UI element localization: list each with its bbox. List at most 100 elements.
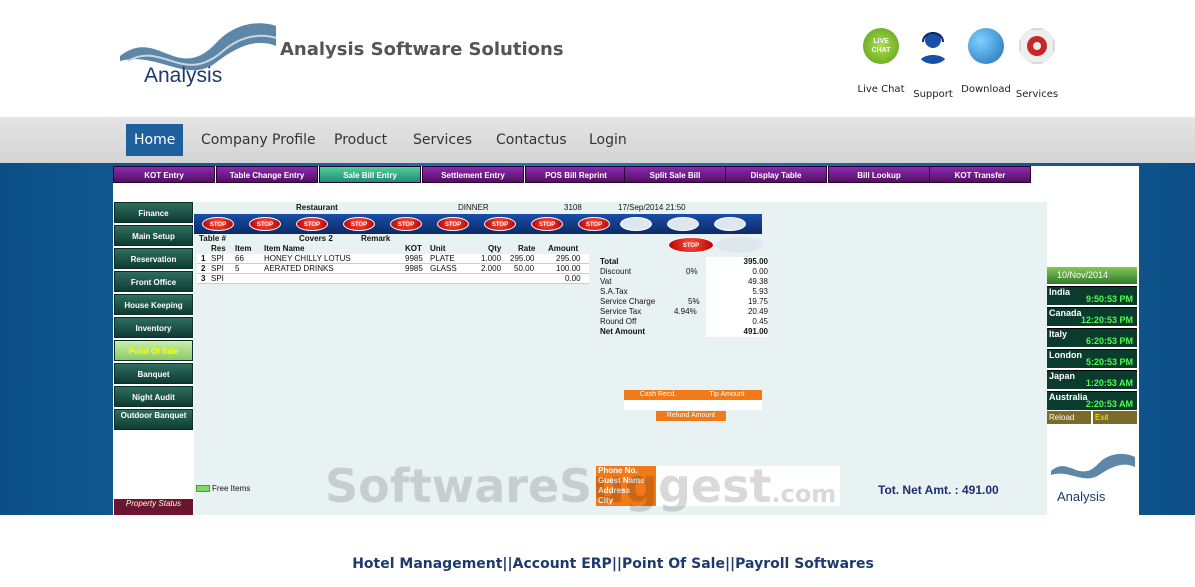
stop-button[interactable]: STOP <box>578 217 610 231</box>
action-icon-strip: STOP STOP STOP STOP STOP STOP STOP STOP … <box>194 214 762 234</box>
nav-company-profile[interactable]: Company Profile <box>201 124 316 156</box>
side-point-of-sale[interactable]: Point Of Sale <box>114 340 193 361</box>
remark-label: Remark <box>361 234 391 243</box>
cell-item: 66 <box>235 254 244 263</box>
side-banquet[interactable]: Banquet <box>114 363 193 384</box>
side-house-keeping[interactable]: House Keeping <box>114 294 193 315</box>
col-amount: Amount <box>548 244 579 253</box>
side-night-audit[interactable]: Night Audit <box>114 386 193 407</box>
side-outdoor-banquet[interactable]: Outdoor Banquet <box>114 409 193 430</box>
site-header: Analysis Analysis Software Solutions LIV… <box>0 0 1195 117</box>
stop-button[interactable]: STOP <box>343 217 375 231</box>
tab-pos-bill-reprint[interactable]: POS Bill Reprint <box>525 166 627 183</box>
service-charge-label: Service Charge <box>600 297 656 306</box>
nav-services[interactable]: Services <box>413 124 472 156</box>
tab-display-table[interactable]: Display Table <box>725 166 827 183</box>
cell-item-name: AERATED DRINKS <box>264 264 334 273</box>
side-main-setup[interactable]: Main Setup <box>114 225 193 246</box>
net-amount-value: 491.00 <box>706 327 768 337</box>
property-status-button[interactable]: Property Status <box>114 499 193 515</box>
stop-large-button[interactable]: STOP <box>668 237 714 253</box>
net-amount-label: Net Amount <box>600 327 646 336</box>
support-label: Support <box>913 89 953 100</box>
col-res: Res <box>211 244 226 253</box>
table-number-label: Table # <box>199 234 226 243</box>
side-front-office[interactable]: Front Office <box>114 271 193 292</box>
print-icon[interactable] <box>620 217 652 231</box>
services-link[interactable]: Services <box>1007 28 1067 100</box>
covers-label: Covers 2 <box>299 234 333 243</box>
service-tax-pct[interactable]: 4.94% <box>674 307 697 316</box>
footer-tagline: Hotel Management||Account ERP||Point Of … <box>352 556 874 572</box>
side-inventory[interactable]: Inventory <box>114 317 193 338</box>
clock-italy: Italy 6:20:53 PM <box>1047 328 1137 347</box>
cell-qty: 1.000 <box>481 254 502 263</box>
exit-button[interactable]: Exit <box>1093 411 1137 424</box>
analysis-logo[interactable]: Analysis <box>118 16 278 92</box>
discount-pct[interactable]: 0% <box>686 267 698 276</box>
col-rate: Rate <box>518 244 536 253</box>
bill-datetime: 17/Sep/2014 21:50 <box>618 203 686 212</box>
side-finance[interactable]: Finance <box>114 202 193 223</box>
free-items-label: Free Items <box>212 484 251 493</box>
meal-label: DINNER <box>458 203 489 212</box>
round-off-row: Round Off 0.45 <box>600 317 768 327</box>
stop-button[interactable]: STOP <box>249 217 281 231</box>
tab-kot-transfer[interactable]: KOT Transfer <box>929 166 1031 183</box>
tab-sale-bill-entry[interactable]: Sale Bill Entry <box>319 166 421 183</box>
cell-rate: 295.00 <box>510 254 535 263</box>
nav-home[interactable]: Home <box>126 124 184 156</box>
row-number: 1 <box>201 254 206 263</box>
nav-contactus[interactable]: Contactus <box>496 124 567 156</box>
satax-row: S.A.Tax 5.93 <box>600 287 768 297</box>
service-charge-row: Service Charge 5% 19.75 <box>600 297 768 307</box>
save-icon[interactable] <box>714 217 746 231</box>
stop-button[interactable]: STOP <box>484 217 516 231</box>
round-off-label: Round Off <box>600 317 637 326</box>
clock-australia: Australia 2:20:53 AM <box>1047 391 1137 410</box>
cell-unit: GLASS <box>430 264 457 273</box>
cash-recd-label: Cash Recd. <box>624 390 692 400</box>
col-item-name: Item Name <box>264 244 305 253</box>
tab-kot-entry[interactable]: KOT Entry <box>113 166 215 183</box>
col-unit: Unit <box>430 244 446 253</box>
col-kot: KOT <box>405 244 422 253</box>
small-logo-text: Analysis <box>1057 489 1106 504</box>
nav-login[interactable]: Login <box>589 124 627 156</box>
tab-table-change-entry[interactable]: Table Change Entry <box>216 166 318 183</box>
lock-icon[interactable] <box>667 217 699 231</box>
cell-amount: 295.00 <box>556 254 581 263</box>
row-number: 2 <box>201 264 206 273</box>
side-reservation[interactable]: Reservation <box>114 248 193 269</box>
tab-split-sale-bill[interactable]: Split Sale Bill <box>624 166 726 183</box>
stop-button[interactable]: STOP <box>437 217 469 231</box>
nav-product[interactable]: Product <box>334 124 387 156</box>
discount-value: 0.00 <box>706 267 768 277</box>
live-chat-link[interactable]: LIVE CHAT Live Chat <box>851 28 911 95</box>
col-item: Item <box>235 244 252 253</box>
stop-button[interactable]: STOP <box>531 217 563 231</box>
stop-button[interactable]: STOP <box>390 217 422 231</box>
net-amount-row: Net Amount 491.00 <box>600 327 768 337</box>
tab-settlement-entry[interactable]: Settlement Entry <box>422 166 524 183</box>
cash-tip-input[interactable] <box>624 400 762 410</box>
table-row[interactable]: 1 SPI 66 HONEY CHILLY LOTUS 9985 PLATE 1… <box>197 254 589 264</box>
cell-kot: 9985 <box>405 264 423 273</box>
stop-button[interactable]: STOP <box>296 217 328 231</box>
cell-kot: 9985 <box>405 254 423 263</box>
total-net-amount: Tot. Net Amt. : 491.00 <box>878 483 999 497</box>
discount-label: Discount <box>600 267 632 276</box>
reload-button[interactable]: Reload <box>1047 411 1091 424</box>
service-tax-row: Service Tax 4.94% 20.49 <box>600 307 768 317</box>
clock-india: India 9:50:53 PM <box>1047 286 1137 305</box>
user-icon[interactable] <box>716 237 762 253</box>
support-link[interactable]: Support <box>903 28 963 100</box>
restaurant-label: Restaurant <box>296 203 338 212</box>
stop-button[interactable]: STOP <box>202 217 234 231</box>
watermark: SoftwareSuggest.com <box>325 459 837 513</box>
tab-bill-lookup[interactable]: Bill Lookup <box>828 166 930 183</box>
world-clock-panel: 10/Nov/2014 India 9:50:53 PM Canada 12:20:… <box>1047 166 1139 515</box>
table-row[interactable]: 2 SPI 5 AERATED DRINKS 9985 GLASS 2.000 … <box>197 264 589 274</box>
table-row[interactable]: 3 SPI 0.00 <box>197 274 589 284</box>
service-charge-pct[interactable]: 5% <box>688 297 700 306</box>
